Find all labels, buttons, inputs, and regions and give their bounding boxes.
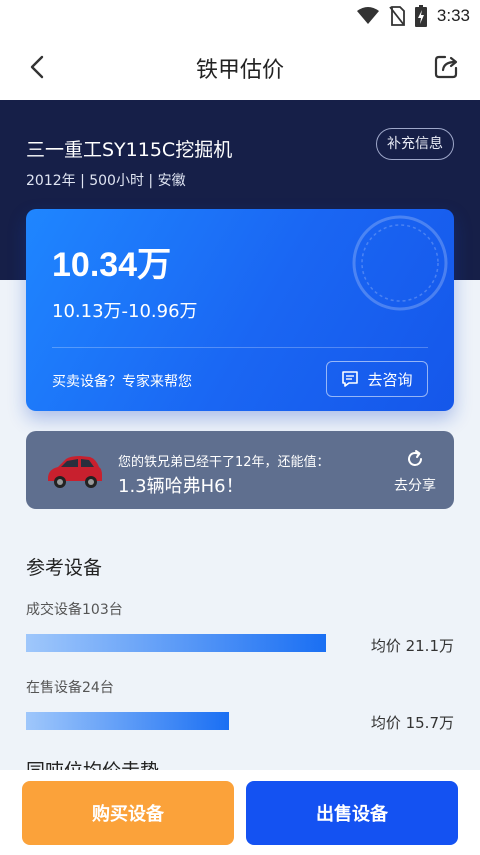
reference-avg: 均价 21.1万 <box>370 637 454 655</box>
reference-avg: 均价 15.7万 <box>370 714 454 732</box>
battery-charging-icon <box>414 5 427 27</box>
consult-button[interactable]: 去咨询 <box>326 361 428 397</box>
nav-bar: 铁甲估价 <box>0 34 480 100</box>
price-range: 10.13万-10.96万 <box>52 301 198 322</box>
comparison-card: 您的铁兄弟已经干了12年，还能值： 1.3辆哈弗H6！ 去分享 <box>26 431 454 509</box>
wifi-icon <box>356 7 379 25</box>
chat-icon <box>342 371 359 387</box>
page-title: 铁甲估价 <box>195 58 284 83</box>
share-result-button[interactable]: 去分享 <box>390 449 440 495</box>
reference-section-title: 参考设备 <box>26 557 103 579</box>
share-export-icon <box>434 55 458 79</box>
reference-row-label: 在售设备24台 <box>26 680 114 696</box>
supplement-info-button[interactable]: 补充信息 <box>376 128 454 160</box>
valuation-stamp <box>352 215 448 311</box>
consult-label: 去咨询 <box>367 370 413 389</box>
red-suv-image <box>48 456 102 488</box>
status-bar: 3:33 <box>0 0 480 34</box>
machine-meta: 2012年 | 500小时 | 安徽 <box>26 173 186 189</box>
status-time: 3:33 <box>436 6 470 25</box>
refresh-share-icon <box>408 450 422 466</box>
bottom-action-bar: 购买设备 出售设备 <box>0 770 480 855</box>
reference-bar <box>26 712 229 730</box>
comparison-value: 1.3辆哈弗H6！ <box>118 476 244 497</box>
valuation-card: 10.34万 10.13万-10.96万 买卖设备？专家来帮您 去咨询 <box>26 209 454 411</box>
expert-help-text: 买卖设备？专家来帮您 <box>52 374 192 390</box>
share-label: 去分享 <box>394 478 436 494</box>
sell-equipment-button[interactable]: 出售设备 <box>246 781 458 845</box>
card-divider <box>52 347 428 348</box>
reference-bar <box>26 634 326 652</box>
no-sim-icon <box>389 6 405 26</box>
buy-equipment-button[interactable]: 购买设备 <box>22 781 234 845</box>
comparison-caption: 您的铁兄弟已经干了12年，还能值： <box>118 455 330 470</box>
machine-name: 三一重工SY115C挖掘机 <box>26 139 233 161</box>
reference-row-label: 成交设备103台 <box>26 602 123 618</box>
share-button[interactable] <box>432 52 462 82</box>
estimated-price: 10.34万 <box>52 246 172 284</box>
